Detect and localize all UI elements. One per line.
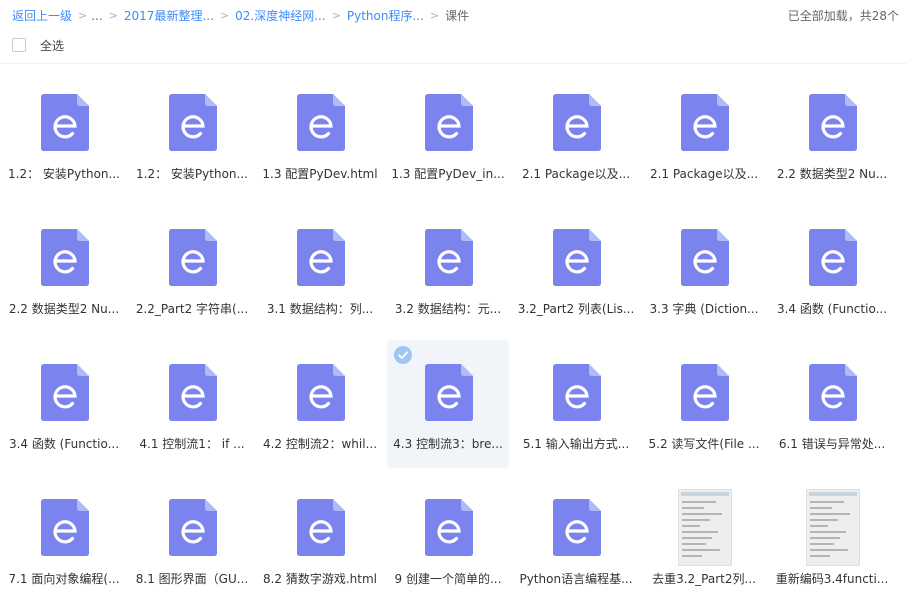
selected-check-icon[interactable]: [394, 346, 412, 364]
file-name: 4.1 控制流1： if ...: [139, 437, 245, 451]
file-item[interactable]: 5.2 读写文件(File ...: [643, 340, 765, 468]
file-grid: 1.2： 安装Python... 1.2： 安装Python... 1.3 配置Py…: [0, 0, 907, 600]
file-name: 3.4 函数 (Functio...: [8, 437, 120, 451]
e-file-icon: [425, 499, 473, 556]
e-file-icon: [553, 364, 601, 421]
file-item[interactable]: 6.1 错误与异常处...: [771, 340, 893, 468]
file-name: 1.3 配置PyDev_in...: [391, 167, 505, 181]
file-name: 3.2 数据结构：元...: [394, 302, 502, 316]
e-file-icon: [425, 364, 473, 421]
file-name: 1.2： 安装Python...: [136, 167, 248, 181]
e-file-icon: [169, 229, 217, 286]
e-file-icon: [553, 229, 601, 286]
file-name: 重新编码3.4functi...: [775, 572, 889, 586]
file-item[interactable]: 2.1 Package以及...: [515, 70, 637, 198]
file-name: 3.2_Part2 列表(Lis...: [517, 302, 635, 316]
file-name: 2.2 数据类型2 Nu...: [8, 302, 120, 316]
e-file-icon: [681, 364, 729, 421]
file-item[interactable]: 2.2_Part2 字符串(...: [131, 205, 253, 333]
file-item[interactable]: 4.2 控制流2：whil...: [259, 340, 381, 468]
file-item[interactable]: 1.3 配置PyDev_in...: [387, 70, 509, 198]
file-name: 去重3.2_Part2列...: [652, 572, 756, 586]
e-file-icon: [169, 94, 217, 151]
file-item[interactable]: 重新编码3.4functi...: [771, 475, 893, 600]
file-name: 6.1 错误与异常处...: [778, 437, 886, 451]
file-name: 2.2_Part2 字符串(...: [135, 302, 249, 316]
file-item[interactable]: 2.2 数据类型2 Nu...: [3, 205, 125, 333]
e-file-icon: [809, 229, 857, 286]
e-file-icon: [809, 364, 857, 421]
e-file-icon: [41, 94, 89, 151]
e-file-icon: [297, 229, 345, 286]
file-name: 5.1 输入输出方式...: [522, 437, 630, 451]
e-file-icon: [425, 94, 473, 151]
file-name: 3.1 数据结构：列...: [266, 302, 374, 316]
file-item[interactable]: 8.2 猜数字游戏.html: [259, 475, 381, 600]
e-file-icon: [809, 94, 857, 151]
file-item[interactable]: 3.4 函数 (Functio...: [3, 340, 125, 468]
e-file-icon: [297, 499, 345, 556]
image-thumbnail-icon: [678, 489, 732, 566]
file-item[interactable]: 3.2_Part2 列表(Lis...: [515, 205, 637, 333]
file-item[interactable]: 1.2： 安装Python...: [3, 70, 125, 198]
e-file-icon: [41, 499, 89, 556]
e-file-icon: [169, 499, 217, 556]
file-name: 1.3 配置PyDev.html: [262, 167, 378, 181]
file-item[interactable]: Python语言编程基...: [515, 475, 637, 600]
file-item[interactable]: 9 创建一个简单的...: [387, 475, 509, 600]
e-file-icon: [41, 229, 89, 286]
file-item[interactable]: 3.3 字典 (Diction...: [643, 205, 765, 333]
e-file-icon: [425, 229, 473, 286]
file-name: 7.1 面向对象编程(...: [8, 572, 120, 586]
e-file-icon: [297, 364, 345, 421]
file-name: 2.1 Package以及...: [649, 167, 759, 181]
file-name: Python语言编程基...: [519, 572, 633, 586]
file-name: 8.1 图形界面（GU...: [135, 572, 249, 586]
e-file-icon: [41, 364, 89, 421]
file-item[interactable]: 1.2： 安装Python...: [131, 70, 253, 198]
e-file-icon: [297, 94, 345, 151]
e-file-icon: [553, 499, 601, 556]
file-name: 5.2 读写文件(File ...: [648, 437, 760, 451]
image-thumbnail-icon: [806, 489, 860, 566]
file-name: 9 创建一个简单的...: [394, 572, 502, 586]
file-item[interactable]: 去重3.2_Part2列...: [643, 475, 765, 600]
file-name: 3.3 字典 (Diction...: [649, 302, 759, 316]
file-name: 1.2： 安装Python...: [8, 167, 120, 181]
e-file-icon: [681, 94, 729, 151]
e-file-icon: [169, 364, 217, 421]
file-item[interactable]: 3.2 数据结构：元...: [387, 205, 509, 333]
file-item[interactable]: 5.1 输入输出方式...: [515, 340, 637, 468]
file-name: 4.2 控制流2：whil...: [262, 437, 378, 451]
file-item[interactable]: 7.1 面向对象编程(...: [3, 475, 125, 600]
e-file-icon: [681, 229, 729, 286]
file-item[interactable]: 1.3 配置PyDev.html: [259, 70, 381, 198]
file-item[interactable]: 3.4 函数 (Functio...: [771, 205, 893, 333]
e-file-icon: [553, 94, 601, 151]
file-item[interactable]: 2.2 数据类型2 Nu...: [771, 70, 893, 198]
file-name: 8.2 猜数字游戏.html: [262, 572, 378, 586]
file-item[interactable]: 3.1 数据结构：列...: [259, 205, 381, 333]
file-name: 3.4 函数 (Functio...: [776, 302, 888, 316]
file-name: 2.1 Package以及...: [521, 167, 631, 181]
file-item[interactable]: 8.1 图形界面（GU...: [131, 475, 253, 600]
file-name: 2.2 数据类型2 Nu...: [776, 167, 888, 181]
file-item[interactable]: 4.1 控制流1： if ...: [131, 340, 253, 468]
file-item[interactable]: 2.1 Package以及...: [643, 70, 765, 198]
file-name: 4.3 控制流3：bre...: [393, 437, 503, 451]
file-item[interactable]: 4.3 控制流3：bre...: [387, 340, 509, 468]
